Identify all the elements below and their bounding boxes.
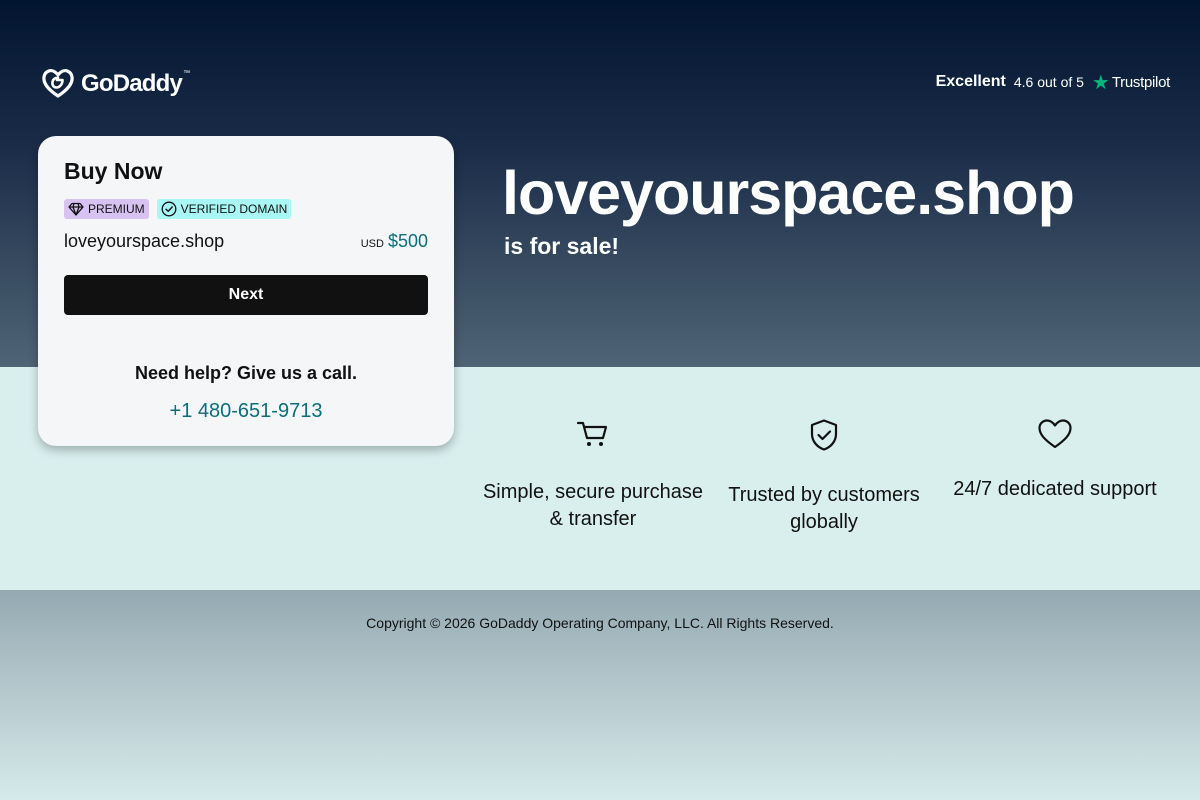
card-title: Buy Now <box>64 158 163 184</box>
price-row: loveyourspace.shop USD $500 <box>64 231 428 252</box>
for-sale-subtitle: is for sale! <box>504 233 620 259</box>
domain-title: loveyourspace.shop <box>502 159 1075 227</box>
logo-wordmark: GoDaddy™ <box>81 69 190 97</box>
buy-now-card: Buy Now PREMIUM VERIFIED DOMAIN loveyour… <box>38 136 454 446</box>
trustpilot-rating[interactable]: Excellent 4.6 out of 5 ★ Trustpilot <box>935 70 1171 94</box>
badge-row: PREMIUM VERIFIED DOMAIN <box>64 199 428 219</box>
phone-link[interactable]: +1 480-651-9713 <box>64 400 428 423</box>
price-amount: $500 <box>387 231 428 251</box>
card-domain-name: loveyourspace.shop <box>64 231 225 251</box>
premium-badge-label: PREMIUM <box>88 202 145 216</box>
next-button[interactable]: Next <box>64 275 428 315</box>
heart-icon <box>1038 419 1072 449</box>
rating-score: 4.6 out of 5 <box>1013 74 1084 90</box>
godaddy-logo[interactable]: GoDaddy™ <box>41 68 190 99</box>
feature-support-label: 24/7 dedicated support <box>953 478 1157 500</box>
help-text: Need help? Give us a call. <box>134 363 358 383</box>
cart-icon <box>576 421 608 446</box>
diamond-icon <box>68 202 84 216</box>
star-icon: ★ <box>1091 70 1110 94</box>
feature-trusted-label: Trusted by customers globally <box>728 484 920 533</box>
rating-label: Excellent <box>935 73 1006 90</box>
feature-purchase-label: Simple, secure purchase & transfer <box>482 481 704 530</box>
verified-domain-badge: VERIFIED DOMAIN <box>156 199 292 219</box>
godaddy-logo-icon <box>42 69 74 98</box>
check-circle-icon <box>161 201 177 217</box>
trustpilot-brand: Trustpilot <box>1111 73 1170 91</box>
shield-check-icon <box>810 419 838 451</box>
feature-purchase: Simple, secure purchase & transfer <box>478 418 708 533</box>
price: USD $500 <box>361 231 428 252</box>
verified-badge-label: VERIFIED DOMAIN <box>180 202 288 216</box>
feature-trusted: Trusted by customers globally <box>709 418 939 536</box>
copyright-text: Copyright © 2026 GoDaddy Operating Compa… <box>366 615 834 631</box>
premium-badge: PREMIUM <box>64 199 149 219</box>
feature-support: 24/7 dedicated support <box>940 418 1170 503</box>
price-currency: USD <box>360 238 384 250</box>
